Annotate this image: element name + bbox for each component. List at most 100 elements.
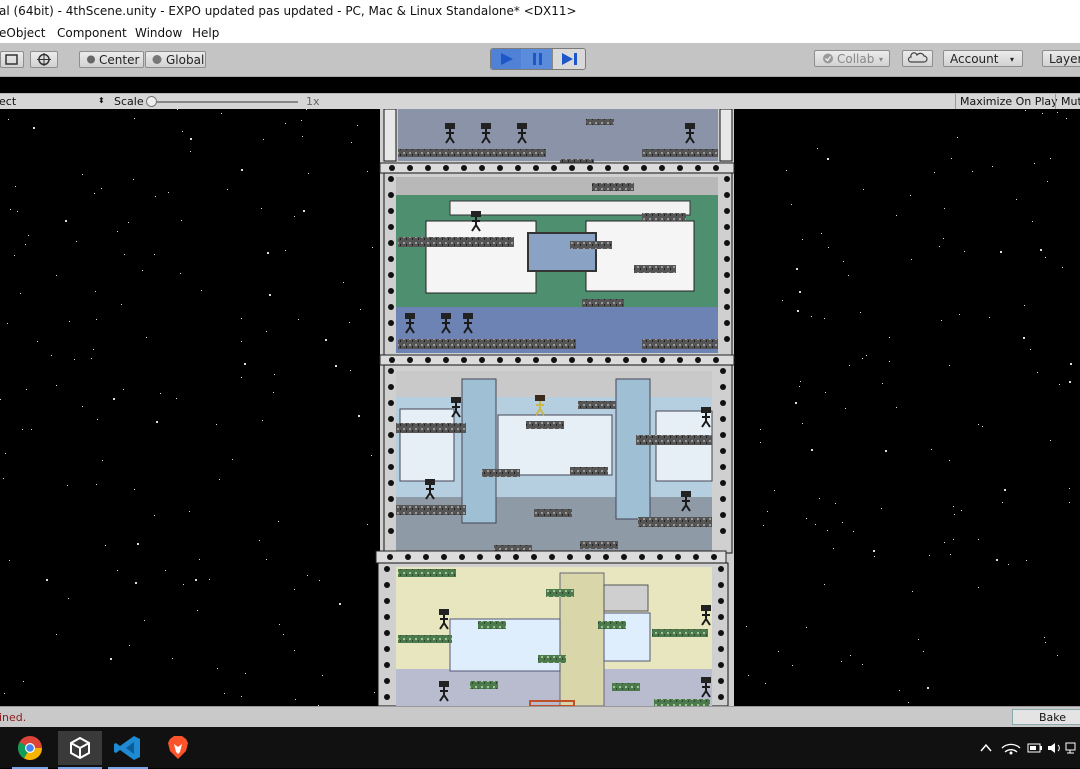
rivet — [720, 528, 726, 534]
rivet — [720, 464, 726, 470]
pivot-center-button[interactable]: Center — [79, 51, 144, 68]
rivet — [388, 256, 394, 262]
cloud-button[interactable] — [902, 50, 933, 67]
rivet — [388, 320, 394, 326]
rivet — [388, 272, 394, 278]
rivet — [720, 496, 726, 502]
mute-audio-toggle[interactable]: Mut — [1061, 95, 1080, 108]
scale-slider-thumb[interactable] — [146, 96, 157, 107]
display-dropdown[interactable]: ect — [0, 95, 16, 108]
check-icon — [823, 53, 833, 64]
space-global-button[interactable]: Global — [145, 51, 206, 68]
rivet — [384, 662, 390, 668]
menu-window[interactable]: Window — [135, 26, 182, 40]
rivet — [585, 554, 591, 560]
rivet — [724, 224, 730, 230]
rivet — [384, 694, 390, 700]
play-icon — [501, 53, 513, 65]
floor-1 — [379, 109, 735, 174]
maximize-on-play-toggle[interactable]: Maximize On Play — [960, 95, 1058, 108]
rivet — [384, 614, 390, 620]
rivet — [675, 554, 681, 560]
rivet — [718, 662, 724, 668]
menu-component[interactable]: Component — [57, 26, 127, 40]
account-dropdown[interactable]: Account ▾ — [943, 50, 1023, 67]
scale-slider-track[interactable] — [150, 101, 298, 103]
rivet — [724, 240, 730, 246]
bake-progress[interactable]: Bake pa — [1012, 709, 1080, 737]
rivet — [388, 416, 394, 422]
system-tray — [978, 737, 1078, 759]
rivet — [720, 384, 726, 390]
game-view-viewport[interactable] — [0, 109, 1080, 706]
battery-icon — [1027, 743, 1042, 753]
unity-icon — [70, 736, 90, 760]
rivet — [718, 614, 724, 620]
rivet — [477, 554, 483, 560]
pivot-label: Center — [99, 53, 140, 67]
pause-button[interactable] — [522, 49, 553, 69]
step-button[interactable] — [553, 49, 584, 69]
transform-tool-button[interactable] — [30, 51, 58, 68]
network-icon — [1065, 742, 1076, 754]
rivet — [443, 357, 449, 363]
scale-label: Scale — [114, 95, 144, 108]
console-message[interactable]: ined. — [0, 711, 26, 724]
account-label: Account — [950, 52, 999, 66]
rect-tool-button[interactable] — [0, 51, 24, 68]
rivet — [513, 554, 519, 560]
space-label: Global — [166, 53, 205, 67]
rivet — [720, 512, 726, 518]
rivet — [515, 357, 521, 363]
collab-label: Collab — [837, 52, 875, 66]
taskbar-brave[interactable] — [160, 731, 196, 765]
rivet — [720, 368, 726, 374]
rivet — [388, 496, 394, 502]
rivet — [720, 400, 726, 406]
rivet — [461, 357, 467, 363]
brave-icon — [168, 736, 188, 759]
rivet — [569, 357, 575, 363]
layers-dropdown[interactable]: Layer — [1042, 50, 1080, 67]
rivet — [639, 554, 645, 560]
play-button[interactable] — [491, 49, 522, 69]
taskbar-unity[interactable] — [58, 731, 102, 769]
rivet — [423, 554, 429, 560]
rivet — [720, 416, 726, 422]
rivet — [443, 165, 449, 171]
display-dropdown-icon: ⬍ — [98, 96, 105, 105]
rivet — [384, 646, 390, 652]
rivet — [677, 165, 683, 171]
taskbar-vscode[interactable] — [108, 731, 148, 769]
rivet — [623, 357, 629, 363]
rivet — [425, 165, 431, 171]
rivet — [384, 582, 390, 588]
menu-gameobject[interactable]: eObject — [0, 26, 45, 40]
rivet — [479, 357, 485, 363]
scale-value: 1x — [306, 95, 320, 108]
rivet — [724, 304, 730, 310]
rivet — [567, 554, 573, 560]
collab-button[interactable]: Collab ▾ — [814, 50, 890, 67]
rivet — [724, 256, 730, 262]
rivet — [587, 165, 593, 171]
taskbar-chrome[interactable] — [12, 731, 48, 769]
rivet — [659, 165, 665, 171]
rivet — [695, 357, 701, 363]
rivet — [718, 630, 724, 636]
rivet — [388, 208, 394, 214]
collab-dropdown-icon: ▾ — [879, 55, 884, 64]
rivet — [720, 480, 726, 486]
rivet — [388, 432, 394, 438]
rivet — [657, 554, 663, 560]
rivet — [531, 554, 537, 560]
rivet — [388, 304, 394, 310]
rivet — [389, 165, 395, 171]
rivet — [718, 566, 724, 572]
chevron-up-icon — [980, 743, 992, 752]
rivet — [388, 288, 394, 294]
rivet — [718, 582, 724, 588]
menu-help[interactable]: Help — [192, 26, 219, 40]
rivet — [425, 357, 431, 363]
wifi-icon — [1001, 743, 1021, 755]
